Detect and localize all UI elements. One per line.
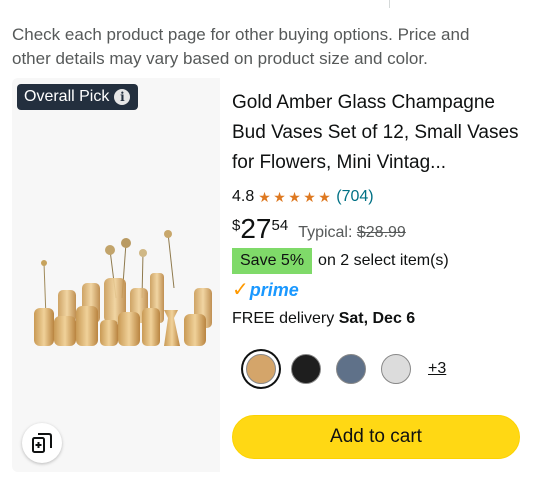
coupon-row: Save 5% on 2 select item(s)	[232, 248, 449, 274]
color-swatches: +3	[246, 354, 446, 384]
price-row: $ 27 54 Typical: $28.99	[232, 212, 406, 246]
star-icon: ★	[273, 189, 286, 205]
prime-check-icon: ✓	[232, 279, 249, 301]
swatch-blue-gray[interactable]	[336, 354, 366, 384]
delivery-date: Sat, Dec 6	[338, 310, 416, 327]
price-whole: 27	[240, 213, 272, 244]
compare-icon	[32, 433, 52, 453]
save-text: on 2 select item(s)	[318, 252, 449, 269]
star-icon: ★	[258, 189, 271, 205]
delivery-info: FREE delivery Sat, Dec 6	[232, 310, 415, 328]
save-badge: Save 5%	[232, 248, 313, 274]
rating-count[interactable]: (704)	[336, 188, 373, 206]
star-icon: ★	[318, 189, 331, 205]
rating-value: 4.8	[232, 188, 255, 205]
info-icon[interactable]: i	[114, 89, 131, 105]
typical-price: Typical: $28.99	[298, 224, 406, 242]
buying-options-notice: Check each product page for other buying…	[12, 25, 470, 68]
product-title[interactable]: Gold Amber Glass Champagne Bud Vases Set…	[232, 88, 524, 178]
add-to-cart-button[interactable]: Add to cart	[232, 415, 520, 459]
product-card[interactable]: Overall Pick i Gold Amber Glass Champagn…	[12, 78, 528, 472]
typical-label: Typical:	[298, 224, 357, 241]
swatch-amber[interactable]	[246, 354, 276, 384]
product-image[interactable]	[18, 228, 218, 358]
more-swatches-link[interactable]: +3	[428, 360, 446, 378]
product-image-panel[interactable]: Overall Pick i	[12, 78, 220, 472]
swatch-clear[interactable]	[381, 354, 411, 384]
star-icon: ★	[303, 189, 316, 205]
price-fraction: 54	[271, 217, 289, 234]
price-symbol: $	[232, 217, 241, 234]
divider-segment	[0, 0, 390, 8]
rating-row[interactable]: 4.8 ★ ★ ★ ★ ★ (704)	[232, 186, 374, 208]
badge-label: Overall Pick	[24, 88, 110, 105]
swatch-black[interactable]	[291, 354, 321, 384]
prime-label: prime	[249, 280, 299, 300]
price: $ 27 54	[232, 212, 288, 246]
top-divider	[0, 0, 540, 8]
delivery-prefix: FREE delivery	[232, 310, 339, 327]
typical-price-value: $28.99	[356, 224, 406, 241]
star-rating[interactable]: ★ ★ ★ ★ ★	[258, 190, 332, 204]
compare-button[interactable]	[22, 423, 62, 463]
star-icon: ★	[288, 189, 301, 205]
overall-pick-badge[interactable]: Overall Pick i	[17, 84, 139, 110]
prime-badge: ✓ prime	[232, 278, 299, 302]
